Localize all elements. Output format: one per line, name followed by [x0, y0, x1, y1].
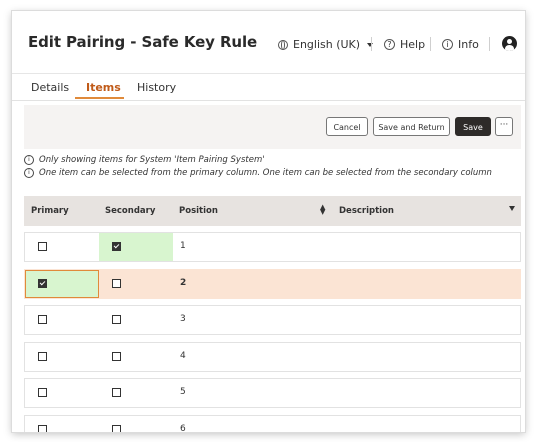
column-header-description[interactable]: Description [339, 206, 394, 216]
items-panel: Cancel Save and Return Save ··· i Only s… [24, 105, 521, 432]
column-header-primary[interactable]: Primary [31, 206, 69, 216]
divider [371, 37, 372, 51]
table-header: Primary Secondary Position ▲ ▼ Descriptio… [24, 196, 521, 226]
info-message: i Only showing items for System 'Item Pa… [24, 155, 265, 165]
info-message: i One item can be selected from the prim… [24, 168, 492, 178]
info-text-2: One item can be selected from the primar… [39, 168, 492, 178]
save-and-return-button[interactable]: Save and Return [373, 117, 450, 136]
position-value: 5 [180, 387, 186, 397]
help-label: Help [400, 38, 426, 51]
active-tab-indicator [75, 97, 124, 99]
tab-bar: Details Items History [12, 73, 525, 101]
secondary-checkbox[interactable] [112, 425, 121, 432]
info-link[interactable]: i Info [442, 38, 479, 51]
info-icon: i [24, 155, 34, 165]
help-icon: ? [384, 39, 395, 50]
page-title: Edit Pairing - Safe Key Rule [28, 33, 258, 51]
info-icon: i [24, 168, 34, 178]
primary-checkbox[interactable] [38, 352, 47, 361]
info-icon: i [442, 39, 453, 50]
position-value: 6 [180, 424, 186, 432]
position-value: 2 [180, 278, 187, 288]
table-row[interactable]: 4 [24, 342, 521, 372]
help-link[interactable]: ? Help [384, 38, 425, 51]
secondary-checkbox[interactable] [112, 388, 121, 397]
table-row[interactable]: 5 [24, 378, 521, 408]
cancel-button[interactable]: Cancel [326, 117, 368, 136]
secondary-checkbox[interactable] [112, 352, 121, 361]
action-toolbar: Cancel Save and Return Save ··· [24, 105, 521, 149]
position-value: 4 [180, 351, 186, 361]
primary-checkbox[interactable] [38, 388, 47, 397]
secondary-checkbox[interactable] [112, 242, 121, 251]
primary-checkbox[interactable] [38, 315, 47, 324]
column-header-position[interactable]: Position [179, 206, 218, 216]
secondary-checkbox[interactable] [112, 279, 121, 288]
info-text-1: Only showing items for System 'Item Pair… [39, 155, 265, 165]
filter-icon[interactable] [509, 206, 515, 211]
dialog-window: Edit Pairing - Safe Key Rule English (UK… [12, 11, 525, 432]
primary-checkbox[interactable] [38, 279, 47, 288]
table-row[interactable]: 3 [24, 305, 521, 335]
secondary-checkbox[interactable] [112, 315, 121, 324]
language-selector[interactable]: English (UK) [278, 38, 374, 51]
info-label: Info [458, 38, 479, 51]
tab-details[interactable]: Details [31, 81, 69, 94]
avatar[interactable] [502, 36, 517, 51]
secondary-selected-cell [99, 233, 173, 261]
position-value: 3 [180, 314, 186, 324]
tab-items[interactable]: Items [86, 81, 121, 94]
sort-icon[interactable]: ▲ ▼ [320, 204, 325, 216]
column-header-secondary[interactable]: Secondary [105, 206, 155, 216]
globe-icon [278, 39, 288, 50]
table-row[interactable]: 1 [24, 232, 521, 262]
header: Edit Pairing - Safe Key Rule English (UK… [12, 11, 525, 73]
position-value: 1 [180, 241, 186, 251]
more-options-button[interactable]: ··· [495, 117, 513, 136]
table-row[interactable]: 6 [24, 415, 521, 432]
language-label: English (UK) [293, 38, 361, 51]
primary-checkbox[interactable] [38, 425, 47, 432]
save-button[interactable]: Save [455, 117, 491, 136]
tab-history[interactable]: History [137, 81, 176, 94]
divider [430, 37, 431, 51]
primary-checkbox[interactable] [38, 242, 47, 251]
divider [489, 37, 490, 51]
table-row[interactable]: 2 [24, 269, 521, 299]
primary-selected-cell [25, 270, 99, 298]
